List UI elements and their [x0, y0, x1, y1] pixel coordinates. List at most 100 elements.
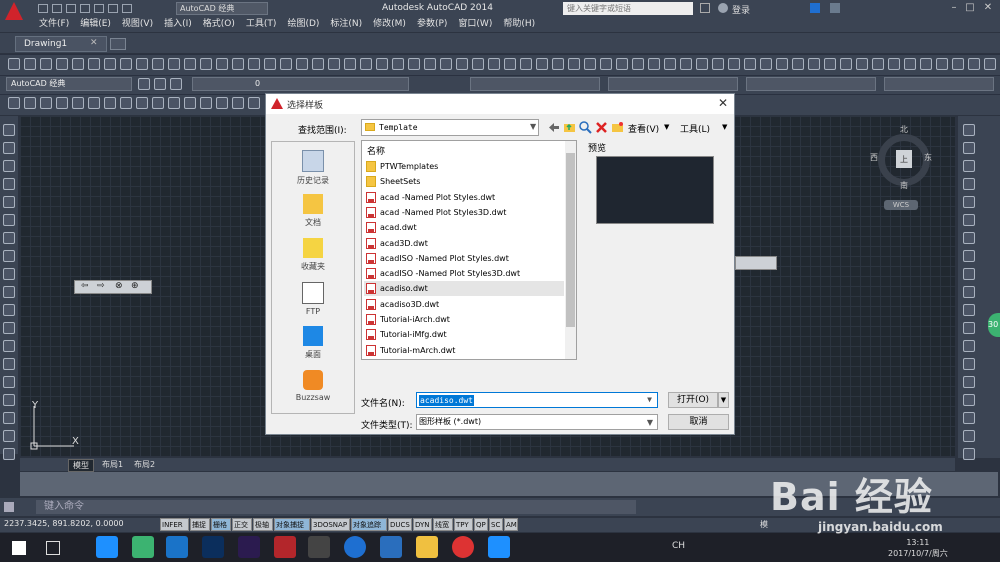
tab-model[interactable]: 模型: [68, 459, 94, 472]
draw-tool-icon[interactable]: [3, 268, 15, 280]
standard-tool-icon[interactable]: [8, 58, 20, 70]
standard-tool-icon[interactable]: [168, 58, 180, 70]
task-view-icon[interactable]: [46, 541, 60, 555]
wrench-icon[interactable]: [4, 502, 14, 512]
modify-tool-icon[interactable]: [963, 358, 975, 370]
standard-tool-icon[interactable]: [408, 58, 420, 70]
zoom-icon[interactable]: ⊕: [131, 281, 139, 291]
file-row[interactable]: acad -Named Plot Styles3D.dwt: [364, 205, 564, 220]
menu-item-10[interactable]: 窗口(W): [458, 17, 492, 32]
standard-tool-icon[interactable]: [728, 58, 740, 70]
status-toggle-12[interactable]: QP: [474, 518, 488, 531]
standard-tool-icon[interactable]: [136, 58, 148, 70]
compass-north[interactable]: 北: [900, 124, 908, 135]
modify-tool-icon[interactable]: [963, 376, 975, 388]
workspace-combo[interactable]: AutoCAD 经典: [176, 2, 268, 15]
standard-tool-icon[interactable]: [632, 58, 644, 70]
standard-tool-icon[interactable]: [648, 58, 660, 70]
menu-item-5[interactable]: 工具(T): [246, 17, 277, 32]
place-documents[interactable]: 文档: [272, 194, 354, 228]
search-web-icon[interactable]: [579, 121, 592, 134]
app-aftereffects-icon[interactable]: [238, 536, 260, 558]
style-tool-icon[interactable]: [72, 97, 84, 109]
file-row[interactable]: acad.dwt: [364, 220, 564, 235]
menu-item-2[interactable]: 视图(V): [122, 17, 153, 32]
style-tool-icon[interactable]: [248, 97, 260, 109]
status-toggle-0[interactable]: INFER: [160, 518, 189, 531]
style-tool-icon[interactable]: [104, 97, 116, 109]
exchange-icon[interactable]: [810, 3, 820, 13]
standard-tool-icon[interactable]: [456, 58, 468, 70]
undo-icon[interactable]: [108, 4, 118, 13]
new-icon[interactable]: [38, 4, 48, 13]
cancel-button[interactable]: 取消: [668, 414, 729, 430]
modify-tool-icon[interactable]: [963, 160, 975, 172]
open-options-button[interactable]: ▼: [718, 392, 729, 408]
draw-tool-icon[interactable]: [3, 196, 15, 208]
draw-tool-icon[interactable]: [3, 340, 15, 352]
filetype-select[interactable]: 图形样板 (*.dwt) ▼: [416, 414, 658, 430]
new-folder-icon[interactable]: [611, 121, 624, 134]
standard-tool-icon[interactable]: [376, 58, 388, 70]
chevron-down-icon[interactable]: ▼: [646, 394, 653, 405]
app-arrow-icon[interactable]: [308, 536, 330, 558]
standard-tool-icon[interactable]: [696, 58, 708, 70]
status-toggle-3[interactable]: 正交: [232, 518, 252, 531]
windows-start-icon[interactable]: [12, 541, 26, 555]
style-tool-icon[interactable]: [216, 97, 228, 109]
file-row[interactable]: acadISO -Named Plot Styles3D.dwt: [364, 266, 564, 281]
place-desktop[interactable]: 桌面: [272, 326, 354, 360]
standard-tool-icon[interactable]: [536, 58, 548, 70]
modify-tool-icon[interactable]: [963, 286, 975, 298]
standard-tool-icon[interactable]: [776, 58, 788, 70]
place-favorites[interactable]: 收藏夹: [272, 238, 354, 272]
standard-tool-icon[interactable]: [232, 58, 244, 70]
modify-tool-icon[interactable]: [963, 214, 975, 226]
standard-tool-icon[interactable]: [616, 58, 628, 70]
menu-item-6[interactable]: 绘图(D): [287, 17, 319, 32]
status-toggle-8[interactable]: DUCS: [388, 518, 412, 531]
standard-tool-icon[interactable]: [952, 58, 964, 70]
status-toggle-2[interactable]: 栅格: [211, 518, 231, 531]
file-row[interactable]: acadiso.dwt: [364, 281, 564, 297]
dialog-close-button[interactable]: ✕: [718, 96, 728, 110]
tab-layout1[interactable]: 布局1: [98, 459, 127, 470]
modify-tool-icon[interactable]: [963, 340, 975, 352]
style-tool-icon[interactable]: [232, 97, 244, 109]
menu-item-8[interactable]: 修改(M): [373, 17, 406, 32]
draw-tool-icon[interactable]: [3, 358, 15, 370]
standard-tool-icon[interactable]: [840, 58, 852, 70]
workspace-tool-icon[interactable]: [154, 78, 166, 90]
menu-item-4[interactable]: 格式(O): [203, 17, 235, 32]
modify-tool-icon[interactable]: [963, 250, 975, 262]
standard-tool-icon[interactable]: [920, 58, 932, 70]
chevron-down-icon[interactable]: ▼: [647, 416, 653, 430]
minimize-button[interactable]: –: [946, 1, 962, 15]
workspace-tool-icon[interactable]: [138, 78, 150, 90]
modify-tool-icon[interactable]: [963, 430, 975, 442]
standard-tool-icon[interactable]: [88, 58, 100, 70]
style-tool-icon[interactable]: [56, 97, 68, 109]
menu-item-0[interactable]: 文件(F): [39, 17, 69, 32]
draw-tool-icon[interactable]: [3, 124, 15, 136]
chevron-down-icon[interactable]: ▼: [530, 122, 536, 131]
status-toggle-7[interactable]: 对象追踪: [351, 518, 387, 531]
app-k-icon[interactable]: [344, 536, 366, 558]
system-clock[interactable]: 13:11 2017/10/7/周六: [888, 537, 948, 559]
modify-tool-icon[interactable]: [963, 412, 975, 424]
modify-tool-icon[interactable]: [963, 196, 975, 208]
tools-menu[interactable]: 工具(L): [680, 122, 710, 135]
file-row[interactable]: acadiso3D.dwt: [364, 297, 564, 312]
app-netease-icon[interactable]: [452, 536, 474, 558]
draw-tool-icon[interactable]: [3, 394, 15, 406]
compass-south[interactable]: 南: [900, 180, 908, 191]
style-tool-icon[interactable]: [136, 97, 148, 109]
wcs-menu[interactable]: WCS: [884, 200, 918, 210]
lineweight-select[interactable]: [746, 77, 876, 91]
login-link[interactable]: 登录: [732, 3, 750, 16]
standard-tool-icon[interactable]: [792, 58, 804, 70]
standard-tool-icon[interactable]: [856, 58, 868, 70]
close-button[interactable]: ✕: [980, 1, 996, 15]
scrollbar-thumb[interactable]: [566, 153, 575, 327]
back-icon[interactable]: [547, 121, 560, 134]
